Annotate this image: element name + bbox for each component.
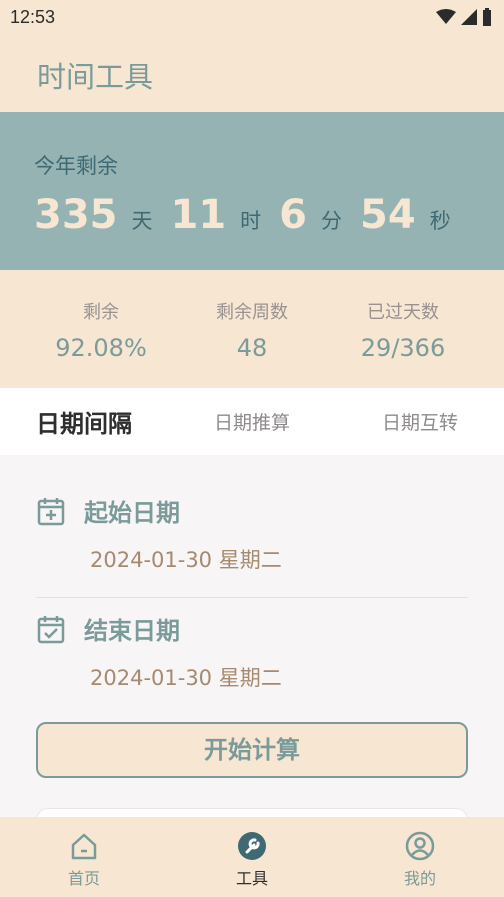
calendar-check-icon [37, 615, 65, 643]
home-icon [71, 833, 97, 860]
countdown-minutes-unit: 分 [321, 209, 343, 233]
stat-label: 已过天数 [367, 302, 439, 323]
date-interval-panel: 起始日期 2024-01-30 星期二 结束日期 2024-01-30 星期二 … [0, 455, 504, 817]
countdown-seconds-unit: 秒 [429, 209, 451, 233]
calendar-add-icon [37, 497, 65, 525]
countdown-row: 335 天 11 时 6 分 54 秒 [34, 192, 469, 238]
wifi-icon [436, 9, 456, 24]
page-title: 时间工具 [37, 60, 154, 94]
nav-tools[interactable]: 工具 [202, 831, 302, 889]
stat-label: 剩余周数 [216, 302, 288, 323]
stat-value: 48 [236, 334, 268, 362]
start-date-value[interactable]: 2024-01-30 星期二 [90, 544, 468, 574]
stat-value: 92.08% [55, 334, 147, 362]
start-date-title: 起始日期 [84, 499, 180, 527]
tool-tabs: 日期间隔 日期推算 日期互转 [0, 388, 504, 455]
end-date-field[interactable]: 结束日期 2024-01-30 星期二 [36, 611, 468, 692]
nav-tools-label: 工具 [235, 869, 268, 888]
start-date-field[interactable]: 起始日期 2024-01-30 星期二 [36, 493, 468, 574]
status-time: 12:53 [10, 7, 56, 27]
stat-remaining-percent: 剩余 92.08% [31, 298, 171, 362]
divider [36, 597, 468, 598]
countdown-hours-unit: 时 [240, 209, 262, 233]
countdown-days-unit: 天 [131, 209, 153, 233]
result-card [36, 808, 468, 817]
nav-profile-label: 我的 [403, 869, 436, 888]
tab-date-interval[interactable]: 日期间隔 [36, 404, 132, 439]
signal-icon [461, 9, 477, 25]
nav-home[interactable]: 首页 [34, 831, 134, 889]
tab-date-calculate[interactable]: 日期推算 [214, 408, 290, 435]
stat-value: 29/366 [360, 334, 446, 362]
nav-home-label: 首页 [67, 869, 100, 888]
year-stats: 剩余 92.08% 剩余周数 48 已过天数 29/366 [0, 270, 504, 388]
end-date-value[interactable]: 2024-01-30 星期二 [90, 662, 468, 692]
status-icons [436, 8, 492, 26]
status-bar: 12:53 [0, 0, 504, 34]
start-date-header: 起始日期 [36, 493, 468, 528]
year-countdown-panel: 今年剩余 335 天 11 时 6 分 54 秒 [0, 112, 504, 270]
countdown-seconds: 54 [360, 192, 416, 238]
end-date-header: 结束日期 [36, 611, 468, 646]
end-date-title: 结束日期 [84, 617, 180, 645]
app-header: 时间工具 [0, 34, 504, 112]
battery-icon [483, 8, 491, 26]
tab-date-convert[interactable]: 日期互转 [382, 408, 458, 435]
nav-profile[interactable]: 我的 [370, 831, 470, 889]
stat-days-passed: 已过天数 29/366 [333, 298, 473, 362]
wrench-icon [238, 832, 266, 860]
user-icon [405, 831, 435, 861]
countdown-days: 335 [34, 192, 118, 238]
stat-remaining-weeks: 剩余周数 48 [182, 298, 322, 362]
stat-label: 剩余 [83, 302, 119, 323]
calculate-button[interactable]: 开始计算 [36, 722, 468, 778]
countdown-minutes: 6 [279, 192, 308, 238]
countdown-hours: 11 [170, 192, 227, 238]
countdown-label: 今年剩余 [34, 154, 118, 178]
bottom-nav: 首页 工具 我的 [0, 817, 504, 897]
